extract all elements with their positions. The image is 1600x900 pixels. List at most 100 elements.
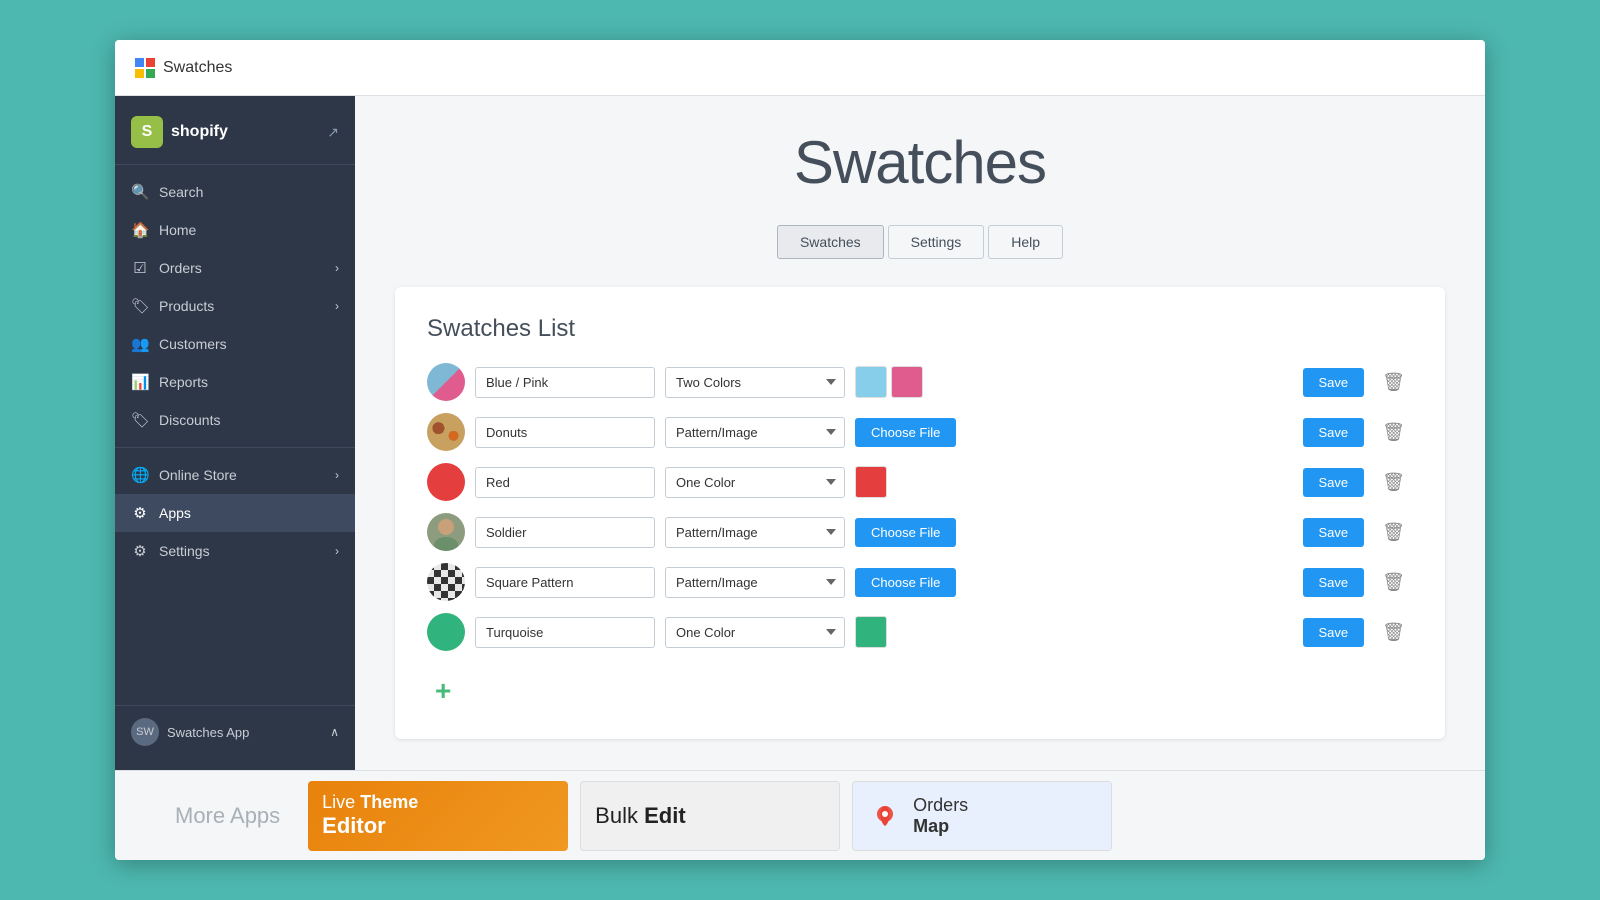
delete-button-turquoise[interactable]: 🗑 — [1374, 618, 1413, 647]
map-icon — [867, 798, 903, 834]
add-swatch-button[interactable]: + — [427, 671, 459, 711]
delete-button-blue-pink[interactable]: 🗑 — [1374, 368, 1413, 397]
online-store-icon: 🌐 — [131, 466, 149, 484]
swatch-name-input-red[interactable] — [475, 467, 655, 498]
sidebar-item-orders[interactable]: ☑ Orders › — [115, 249, 355, 287]
color-swatch-box-pink[interactable] — [891, 366, 923, 398]
swatch-preview-soldier — [427, 513, 465, 551]
swatch-type-select-turquoise[interactable]: One Color Two Colors Pattern/Image — [665, 617, 845, 648]
swatch-type-select-blue-pink[interactable]: Two Colors One Color Pattern/Image — [665, 367, 845, 398]
shopify-logo: S — [131, 116, 163, 148]
chevron-right-icon: › — [335, 544, 339, 558]
swatch-preview-turquoise — [427, 613, 465, 651]
sidebar-footer-label: Swatches App — [167, 725, 249, 740]
save-button-donuts[interactable]: Save — [1303, 418, 1365, 447]
sidebar-item-apps[interactable]: ⚙ Apps — [115, 494, 355, 532]
swatch-row: One Color Two Colors Pattern/Image Save … — [427, 613, 1413, 651]
swatch-name-input-square-pattern[interactable] — [475, 567, 655, 598]
swatches-app-icon — [135, 58, 155, 78]
chevron-up-icon: ∧ — [330, 725, 339, 739]
header-title: Swatches — [163, 59, 232, 77]
orders-map-app-card[interactable]: Orders Map — [852, 781, 1112, 851]
main-layout: S shopify ↗ 🔍 Search 🏠 Home ☑ Orders › 🏷… — [115, 96, 1485, 770]
sidebar: S shopify ↗ 🔍 Search 🏠 Home ☑ Orders › 🏷… — [115, 96, 355, 770]
sidebar-item-orders-label: Orders — [159, 260, 202, 276]
bulk-edit-app-card[interactable]: Bulk Edit — [580, 781, 840, 851]
delete-button-square-pattern[interactable]: 🗑 — [1374, 568, 1413, 597]
sidebar-item-home[interactable]: 🏠 Home — [115, 211, 355, 249]
search-icon: 🔍 — [131, 183, 149, 201]
products-icon: 🏷 — [131, 297, 149, 315]
tab-swatches[interactable]: Swatches — [777, 225, 884, 259]
swatch-row: Two Colors One Color Pattern/Image Save … — [427, 363, 1413, 401]
apps-icon: ⚙ — [131, 504, 149, 522]
orders-icon: ☑ — [131, 259, 149, 277]
header: Swatches — [115, 40, 1485, 96]
chevron-right-icon: › — [335, 468, 339, 482]
save-button-square-pattern[interactable]: Save — [1303, 568, 1365, 597]
sidebar-item-home-label: Home — [159, 222, 196, 238]
save-button-turquoise[interactable]: Save — [1303, 618, 1365, 647]
color-swatch-box-red[interactable] — [855, 466, 887, 498]
swatches-card: Swatches List Two Colors One Color Patte… — [395, 287, 1445, 739]
tabs: Swatches Settings Help — [395, 225, 1445, 259]
swatch-name-input-soldier[interactable] — [475, 517, 655, 548]
choose-file-button-soldier[interactable]: Choose File — [855, 518, 956, 547]
swatch-row: One Color Two Colors Pattern/Image Save … — [427, 463, 1413, 501]
tab-settings[interactable]: Settings — [888, 225, 985, 259]
live-theme-app-card[interactable]: Live Theme Editor — [308, 781, 568, 851]
color-swatch-box-green[interactable] — [855, 616, 887, 648]
tab-help[interactable]: Help — [988, 225, 1063, 259]
sidebar-item-settings[interactable]: ⚙ Settings › — [115, 532, 355, 570]
more-apps-bar: More Apps Live Theme Editor Bulk Edit Or… — [115, 770, 1485, 860]
choose-file-button-square-pattern[interactable]: Choose File — [855, 568, 956, 597]
sidebar-item-search-label: Search — [159, 184, 203, 200]
save-button-soldier[interactable]: Save — [1303, 518, 1365, 547]
swatch-name-input-blue-pink[interactable] — [475, 367, 655, 398]
sidebar-item-apps-label: Apps — [159, 505, 191, 521]
sidebar-item-online-store[interactable]: 🌐 Online Store › — [115, 456, 355, 494]
choose-file-button-donuts[interactable]: Choose File — [855, 418, 956, 447]
delete-button-donuts[interactable]: 🗑 — [1374, 418, 1413, 447]
live-theme-app-content: Live Theme Editor — [308, 782, 432, 849]
bulk-edit-app-content: Bulk Edit — [581, 793, 699, 839]
app-window: Swatches S shopify ↗ 🔍 Search 🏠 Home ☑ O… — [115, 40, 1485, 860]
external-link-icon[interactable]: ↗ — [327, 124, 339, 141]
swatch-type-select-soldier[interactable]: Pattern/Image One Color Two Colors — [665, 517, 845, 548]
swatch-type-select-square-pattern[interactable]: Pattern/Image One Color Two Colors — [665, 567, 845, 598]
swatch-preview-red — [427, 463, 465, 501]
delete-button-red[interactable]: 🗑 — [1374, 468, 1413, 497]
swatch-type-select-donuts[interactable]: Pattern/Image One Color Two Colors — [665, 417, 845, 448]
content-area: Swatches Swatches Settings Help Swatches… — [355, 96, 1485, 770]
sidebar-brand: S shopify ↗ — [115, 108, 355, 165]
sidebar-item-discounts-label: Discounts — [159, 412, 220, 428]
chevron-right-icon: › — [335, 261, 339, 275]
sidebar-item-settings-label: Settings — [159, 543, 210, 559]
swatch-type-select-red[interactable]: One Color Two Colors Pattern/Image — [665, 467, 845, 498]
delete-button-soldier[interactable]: 🗑 — [1374, 518, 1413, 547]
reports-icon: 📊 — [131, 373, 149, 391]
sidebar-item-reports[interactable]: 📊 Reports — [115, 363, 355, 401]
sidebar-item-discounts[interactable]: 🏷 Discounts — [115, 401, 355, 439]
swatch-name-input-donuts[interactable] — [475, 417, 655, 448]
sidebar-item-products[interactable]: 🏷 Products › — [115, 287, 355, 325]
sidebar-section: 🌐 Online Store › ⚙ Apps ⚙ Settings › — [115, 447, 355, 570]
orders-map-app-content: Orders Map — [853, 785, 982, 847]
sidebar-item-customers[interactable]: 👥 Customers — [115, 325, 355, 363]
save-button-red[interactable]: Save — [1303, 468, 1365, 497]
sidebar-footer[interactable]: SW Swatches App ∧ — [115, 705, 355, 758]
swatch-preview-square-pattern — [427, 563, 465, 601]
swatch-preview-donuts — [427, 413, 465, 451]
save-button-blue-pink[interactable]: Save — [1303, 368, 1365, 397]
brand-name: shopify — [171, 123, 228, 141]
sidebar-item-search[interactable]: 🔍 Search — [115, 173, 355, 211]
color-swatch-box-light-blue[interactable] — [855, 366, 887, 398]
swatch-row: Pattern/Image One Color Two Colors Choos… — [427, 513, 1413, 551]
sidebar-item-customers-label: Customers — [159, 336, 227, 352]
swatch-name-input-turquoise[interactable] — [475, 617, 655, 648]
more-apps-label: More Apps — [175, 803, 280, 829]
swatch-row: Pattern/Image One Color Two Colors Choos… — [427, 563, 1413, 601]
two-colors-blue-pink — [855, 366, 923, 398]
card-title: Swatches List — [427, 315, 1413, 343]
customers-icon: 👥 — [131, 335, 149, 353]
